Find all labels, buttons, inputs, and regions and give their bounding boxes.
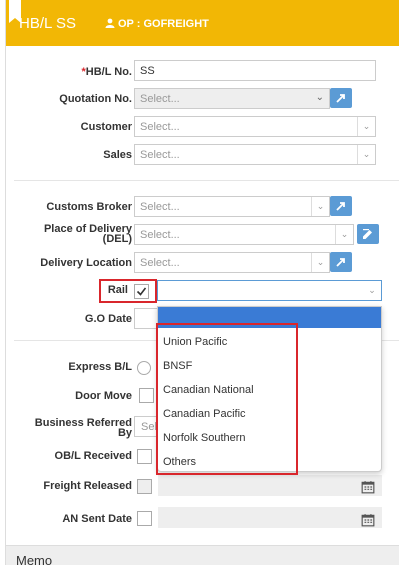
- rail-options-highlight-box: [156, 323, 298, 475]
- obl-received-checkbox[interactable]: [137, 449, 152, 464]
- checkmark-icon: [136, 287, 147, 296]
- customs-broker-placeholder: Select...: [140, 201, 180, 213]
- section-divider: [14, 180, 399, 181]
- operator-label: OP : GOFREIGHT: [105, 18, 209, 30]
- quotation-no-label: Quotation No.: [59, 93, 132, 105]
- place-of-delivery-edit-button[interactable]: [357, 224, 379, 244]
- door-move-label: Door Move: [75, 390, 132, 402]
- freight-released-checkbox[interactable]: [137, 479, 152, 494]
- customs-broker-select[interactable]: Select... ⌄: [134, 196, 330, 217]
- customer-label: Customer: [80, 121, 132, 133]
- quotation-open-link-button[interactable]: [330, 88, 352, 108]
- panel-header: HB/L SS OP : GOFREIGHT: [6, 0, 399, 46]
- chevron-down-icon: ⌄: [311, 253, 329, 272]
- sales-placeholder: Select...: [140, 149, 180, 161]
- door-move-checkbox[interactable]: [139, 388, 154, 403]
- go-date-label: G.O Date: [84, 313, 132, 325]
- customs-broker-label: Customs Broker: [46, 201, 132, 213]
- delivery-location-label: Delivery Location: [40, 257, 132, 269]
- hbl-panel: HB/L SS OP : GOFREIGHT *HB/L No. SS Quot…: [5, 0, 399, 565]
- rail-label: Rail: [107, 284, 128, 296]
- external-link-icon: [336, 94, 345, 103]
- chevron-down-icon: ⌄: [311, 197, 329, 216]
- freight-released-date-input[interactable]: [158, 475, 382, 496]
- an-sent-date-label: AN Sent Date: [62, 513, 132, 525]
- chevron-down-icon: ⌄: [357, 145, 375, 164]
- obl-received-label: OB/L Received: [54, 450, 132, 462]
- quotation-no-placeholder: Select...: [140, 93, 180, 105]
- memo-label: Memo: [16, 553, 53, 565]
- chevron-down-icon: ⌄: [315, 92, 324, 103]
- customer-placeholder: Select...: [140, 121, 180, 133]
- quotation-no-select[interactable]: Select... ⌄: [134, 88, 330, 109]
- user-icon: [105, 18, 115, 28]
- hbl-no-input[interactable]: SS: [134, 60, 376, 81]
- chevron-down-icon: ⌄: [368, 285, 376, 295]
- business-referred-placeholder: Sel: [141, 421, 157, 433]
- sales-select[interactable]: Select... ⌄: [134, 144, 376, 165]
- calendar-icon[interactable]: [361, 513, 375, 527]
- rail-checkbox[interactable]: [134, 284, 149, 299]
- hbl-no-label: *HB/L No.: [81, 67, 132, 78]
- customs-broker-open-link-button[interactable]: [330, 196, 352, 216]
- place-of-delivery-select[interactable]: Select... ⌄: [134, 224, 354, 245]
- express-bl-label: Express B/L: [68, 361, 132, 373]
- external-link-icon: [336, 258, 345, 267]
- edit-icon: [363, 229, 372, 239]
- delivery-location-placeholder: Select...: [140, 257, 180, 269]
- chevron-down-icon: ⌄: [335, 225, 353, 244]
- sales-label: Sales: [103, 149, 132, 161]
- customer-select[interactable]: Select... ⌄: [134, 116, 376, 137]
- business-referred-label-line2: By: [117, 427, 132, 439]
- memo-section-header[interactable]: Memo: [6, 545, 399, 565]
- delivery-location-select[interactable]: Select... ⌄: [134, 252, 330, 273]
- an-sent-date-input[interactable]: [158, 507, 382, 528]
- operator-text: OP : GOFREIGHT: [118, 18, 209, 30]
- panel-title: HB/L SS: [19, 15, 76, 32]
- chevron-down-icon: ⌄: [357, 117, 375, 136]
- an-sent-date-checkbox[interactable]: [137, 511, 152, 526]
- express-bl-radio[interactable]: [137, 361, 151, 375]
- place-of-delivery-placeholder: Select...: [140, 229, 180, 241]
- delivery-location-open-link-button[interactable]: [330, 252, 352, 272]
- calendar-icon[interactable]: [361, 480, 375, 494]
- hbl-no-label-text: HB/L No.: [85, 66, 132, 78]
- place-of-delivery-label-line2: (DEL): [102, 233, 132, 245]
- rail-select[interactable]: ⌄: [157, 280, 382, 301]
- freight-released-label: Freight Released: [43, 480, 132, 492]
- external-link-icon: [336, 202, 345, 211]
- hbl-no-label-wrap: *HB/L No.: [10, 67, 132, 79]
